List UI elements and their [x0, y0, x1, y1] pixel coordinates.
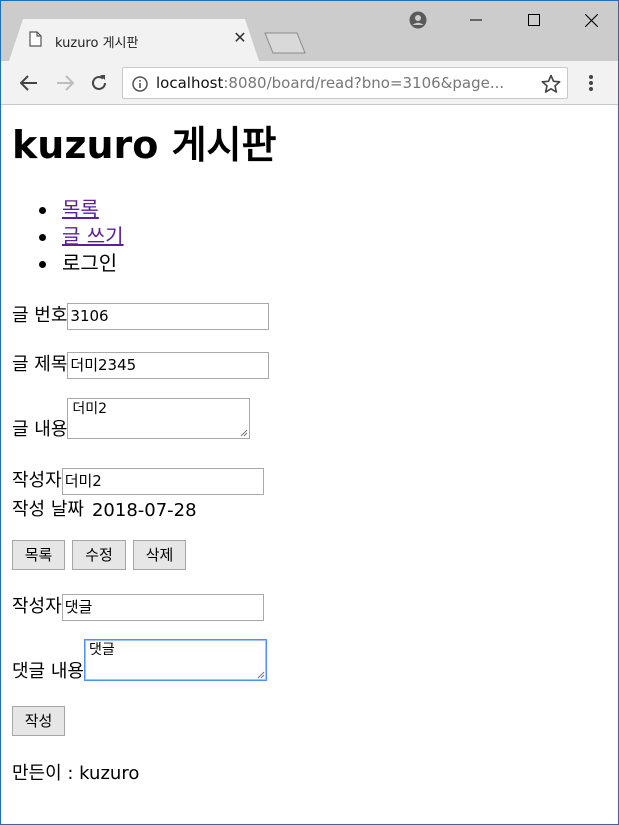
url-text[interactable]: localhost:8080/board/read?bno=3106&page.… [156, 74, 526, 92]
date-row: 작성 날짜 2018-07-28 [12, 495, 197, 521]
resize-grip-icon[interactable] [240, 429, 248, 437]
new-tab-button[interactable] [263, 32, 307, 54]
reply-content-text: 댓글 [88, 642, 115, 658]
page-icon [29, 31, 42, 47]
content-row: 글 내용 더미2 [12, 398, 251, 440]
bno-field[interactable]: 3106 [67, 303, 270, 330]
content-textarea[interactable]: 더미2 [67, 398, 251, 439]
reply-content-label: 댓글 내용 [12, 661, 84, 682]
date-value: 2018-07-28 [91, 500, 197, 521]
writer-field[interactable]: 더미2 [61, 468, 264, 495]
title-label: 글 제목 [12, 354, 68, 375]
reload-icon[interactable] [87, 71, 111, 95]
reply-writer-field[interactable]: 댓글 [61, 594, 264, 621]
nav-link-list[interactable]: 목록 [62, 197, 99, 221]
url-path: :8080/board/read?bno=3106&page... [223, 74, 505, 92]
tab-title: kuzuro 게시판 [55, 36, 139, 51]
title-bar: kuzuro 게시판 ✕ [1, 1, 618, 61]
nav-login-text: 로그인 [62, 251, 118, 275]
nav-item-list: 목록 [12, 196, 124, 223]
content-label: 글 내용 [12, 419, 68, 440]
browser-window: kuzuro 게시판 ✕ localhost:8080/board/read?b… [0, 0, 619, 825]
writer-label: 작성자 [12, 470, 62, 491]
nav-item-write: 글 쓰기 [12, 223, 124, 250]
date-label: 작성 날짜 [12, 499, 84, 520]
page-content: kuzuro 게시판 목록 글 쓰기 로그인 글 번호 3106 글 제목 더미… [1, 106, 618, 824]
page-title: kuzuro 게시판 [12, 123, 277, 167]
forward-arrow-icon[interactable] [53, 71, 77, 95]
reply-writer-row: 작성자 댓글 [12, 592, 264, 621]
reply-content-textarea[interactable]: 댓글 [83, 639, 267, 681]
menu-kebab-icon[interactable] [579, 71, 603, 95]
profile-icon[interactable] [389, 1, 447, 39]
bookmark-star-icon[interactable] [541, 74, 561, 94]
modify-button[interactable]: 수정 [72, 540, 126, 570]
browser-tab[interactable]: kuzuro 게시판 ✕ [9, 19, 259, 61]
footer-text: 만든이 : kuzuro [12, 763, 140, 784]
nav-link-write[interactable]: 글 쓰기 [62, 224, 124, 248]
nav-list: 목록 글 쓰기 로그인 [12, 196, 124, 277]
info-icon[interactable] [132, 76, 148, 92]
minimize-button[interactable] [447, 1, 505, 39]
maximize-button[interactable] [505, 1, 563, 39]
back-arrow-icon[interactable] [17, 71, 41, 95]
nav-item-login: 로그인 [12, 250, 124, 277]
content-text: 더미2 [72, 401, 108, 417]
reply-content-row: 댓글 내용 댓글 [12, 639, 267, 682]
resize-grip-icon[interactable] [257, 671, 265, 679]
bno-row: 글 번호 3106 [12, 301, 270, 330]
delete-button[interactable]: 삭제 [133, 540, 186, 570]
list-button[interactable]: 목록 [12, 540, 65, 570]
close-window-button[interactable] [562, 1, 618, 39]
close-tab-icon[interactable]: ✕ [231, 29, 249, 47]
browser-toolbar: localhost:8080/board/read?bno=3106&page.… [1, 61, 618, 105]
reply-writer-label: 작성자 [12, 596, 62, 617]
title-field[interactable]: 더미2345 [67, 352, 270, 379]
writer-row: 작성자 더미2 [12, 466, 264, 495]
bno-label: 글 번호 [12, 305, 68, 326]
reply-submit-button[interactable]: 작성 [12, 706, 65, 736]
url-host: localhost [156, 74, 224, 92]
address-bar[interactable]: localhost:8080/board/read?bno=3106&page.… [122, 67, 568, 99]
title-row: 글 제목 더미2345 [12, 350, 270, 379]
